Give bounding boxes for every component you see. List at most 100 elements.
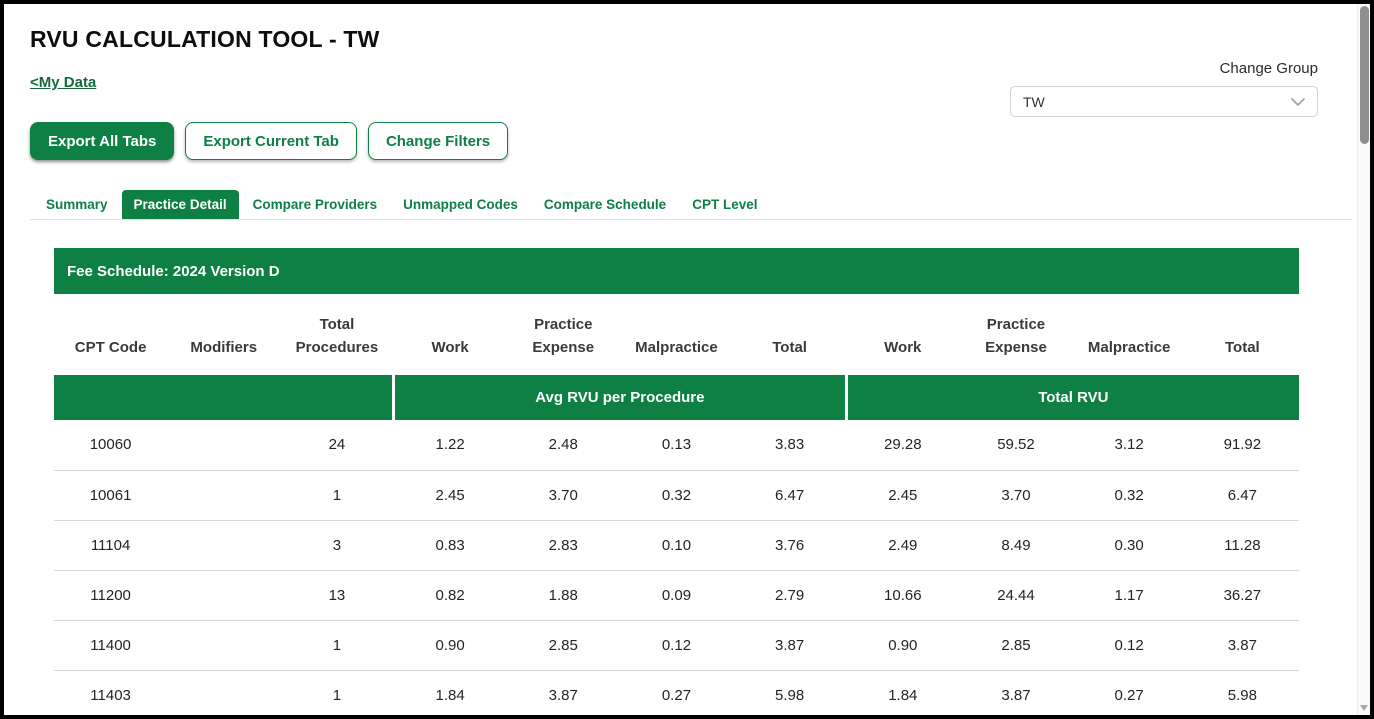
table-cell: 0.12 bbox=[1073, 620, 1186, 670]
table-cell bbox=[167, 670, 280, 719]
table-cell: 2.45 bbox=[394, 470, 507, 520]
table-cell: 59.52 bbox=[959, 420, 1072, 470]
table-cell: 11400 bbox=[54, 620, 167, 670]
tab-bar: SummaryPractice DetailCompare ProvidersU… bbox=[30, 190, 1352, 220]
column-header: Malpractice bbox=[620, 304, 733, 375]
table-cell: 3.83 bbox=[733, 420, 846, 470]
column-header: Modifiers bbox=[167, 304, 280, 375]
table-cell: 0.83 bbox=[394, 520, 507, 570]
fee-schedule-banner: Fee Schedule: 2024 Version D bbox=[54, 248, 1299, 294]
table-cell: 3.76 bbox=[733, 520, 846, 570]
table-cell: 2.85 bbox=[959, 620, 1072, 670]
table-cell: 3.70 bbox=[959, 470, 1072, 520]
scrollbar[interactable] bbox=[1357, 4, 1370, 715]
table-cell: 2.48 bbox=[507, 420, 620, 470]
table-cell bbox=[167, 520, 280, 570]
table-cell: 2.83 bbox=[507, 520, 620, 570]
table-cell: 0.27 bbox=[620, 670, 733, 719]
table-row: 1110430.832.830.103.762.498.490.3011.28 bbox=[54, 520, 1299, 570]
table-cell: 1.88 bbox=[507, 570, 620, 620]
column-header: Practice Expense bbox=[507, 304, 620, 375]
table-cell: 5.98 bbox=[1186, 670, 1299, 719]
group-select[interactable]: TW bbox=[1010, 86, 1318, 117]
table-cell: 36.27 bbox=[1186, 570, 1299, 620]
toolbar: Export All Tabs Export Current Tab Chang… bbox=[30, 122, 1370, 160]
export-current-tab-button[interactable]: Export Current Tab bbox=[185, 122, 357, 160]
table-cell: 0.09 bbox=[620, 570, 733, 620]
table-cell: 91.92 bbox=[1186, 420, 1299, 470]
page-content: RVU CALCULATION TOOL - TW <My Data Chang… bbox=[4, 4, 1370, 715]
table-cell bbox=[167, 570, 280, 620]
table-cell: 3 bbox=[280, 520, 393, 570]
table-row: 10060241.222.480.133.8329.2859.523.1291.… bbox=[54, 420, 1299, 470]
table-cell: 3.87 bbox=[733, 620, 846, 670]
scroll-down-arrow-icon[interactable] bbox=[1360, 705, 1368, 711]
table-cell: 5.98 bbox=[733, 670, 846, 719]
table-cell: 2.79 bbox=[733, 570, 846, 620]
table-cell: 6.47 bbox=[1186, 470, 1299, 520]
table-cell: 3.70 bbox=[507, 470, 620, 520]
tab-unmapped-codes[interactable]: Unmapped Codes bbox=[391, 190, 530, 219]
table-cell: 3.12 bbox=[1073, 420, 1186, 470]
column-header: Total bbox=[1186, 304, 1299, 375]
table-cell: 3.87 bbox=[1186, 620, 1299, 670]
table-cell: 3.87 bbox=[959, 670, 1072, 719]
table-cell: 0.27 bbox=[1073, 670, 1186, 719]
column-header: Practice Expense bbox=[959, 304, 1072, 375]
table-cell: 0.32 bbox=[1073, 470, 1186, 520]
group-header: Total RVU bbox=[846, 375, 1299, 420]
table-cell: 10.66 bbox=[846, 570, 959, 620]
table-cell: 1 bbox=[280, 470, 393, 520]
table-cell: 2.45 bbox=[846, 470, 959, 520]
column-header: Total Procedures bbox=[280, 304, 393, 375]
column-header-row: CPT CodeModifiersTotal ProceduresWorkPra… bbox=[54, 304, 1299, 375]
table-cell: 0.90 bbox=[394, 620, 507, 670]
table-cell: 2.49 bbox=[846, 520, 959, 570]
group-header bbox=[54, 375, 394, 420]
column-header: Malpractice bbox=[1073, 304, 1186, 375]
table-cell: 0.32 bbox=[620, 470, 733, 520]
tab-summary[interactable]: Summary bbox=[34, 190, 120, 219]
column-header: Total bbox=[733, 304, 846, 375]
table-cell: 3.87 bbox=[507, 670, 620, 719]
table-cell: 11200 bbox=[54, 570, 167, 620]
change-filters-button[interactable]: Change Filters bbox=[368, 122, 508, 160]
report-area: Fee Schedule: 2024 Version D CPT CodeMod… bbox=[54, 248, 1299, 719]
table-cell bbox=[167, 470, 280, 520]
table-row: 1140311.843.870.275.981.843.870.275.98 bbox=[54, 670, 1299, 719]
table-cell: 6.47 bbox=[733, 470, 846, 520]
table-cell: 0.82 bbox=[394, 570, 507, 620]
table-cell: 0.90 bbox=[846, 620, 959, 670]
change-group: Change Group TW bbox=[1010, 60, 1318, 117]
tab-compare-schedule[interactable]: Compare Schedule bbox=[532, 190, 678, 219]
table-cell: 1 bbox=[280, 670, 393, 719]
table-cell: 29.28 bbox=[846, 420, 959, 470]
table-cell: 1.17 bbox=[1073, 570, 1186, 620]
tab-practice-detail[interactable]: Practice Detail bbox=[122, 190, 239, 219]
table-cell: 1.84 bbox=[846, 670, 959, 719]
table-cell: 0.12 bbox=[620, 620, 733, 670]
table-cell: 11.28 bbox=[1186, 520, 1299, 570]
group-header: Avg RVU per Procedure bbox=[394, 375, 847, 420]
tab-compare-providers[interactable]: Compare Providers bbox=[241, 190, 390, 219]
export-all-tabs-button[interactable]: Export All Tabs bbox=[30, 122, 174, 160]
table-cell bbox=[167, 620, 280, 670]
table-cell: 2.85 bbox=[507, 620, 620, 670]
table-cell: 13 bbox=[280, 570, 393, 620]
table-cell: 11104 bbox=[54, 520, 167, 570]
table-row: 1006112.453.700.326.472.453.700.326.47 bbox=[54, 470, 1299, 520]
table-cell: 8.49 bbox=[959, 520, 1072, 570]
tab-cpt-level[interactable]: CPT Level bbox=[680, 190, 769, 219]
column-header: Work bbox=[846, 304, 959, 375]
chevron-down-icon bbox=[1291, 98, 1305, 106]
table-cell: 1.22 bbox=[394, 420, 507, 470]
rvu-table: CPT CodeModifiersTotal ProceduresWorkPra… bbox=[54, 304, 1299, 719]
table-cell: 10060 bbox=[54, 420, 167, 470]
table-row: 11200130.821.880.092.7910.6624.441.1736.… bbox=[54, 570, 1299, 620]
app-window: RVU CALCULATION TOOL - TW <My Data Chang… bbox=[0, 0, 1374, 719]
table-cell: 0.10 bbox=[620, 520, 733, 570]
group-select-value: TW bbox=[1023, 94, 1045, 110]
my-data-link[interactable]: <My Data bbox=[30, 74, 96, 91]
scrollbar-thumb[interactable] bbox=[1360, 6, 1369, 144]
table-cell: 10061 bbox=[54, 470, 167, 520]
